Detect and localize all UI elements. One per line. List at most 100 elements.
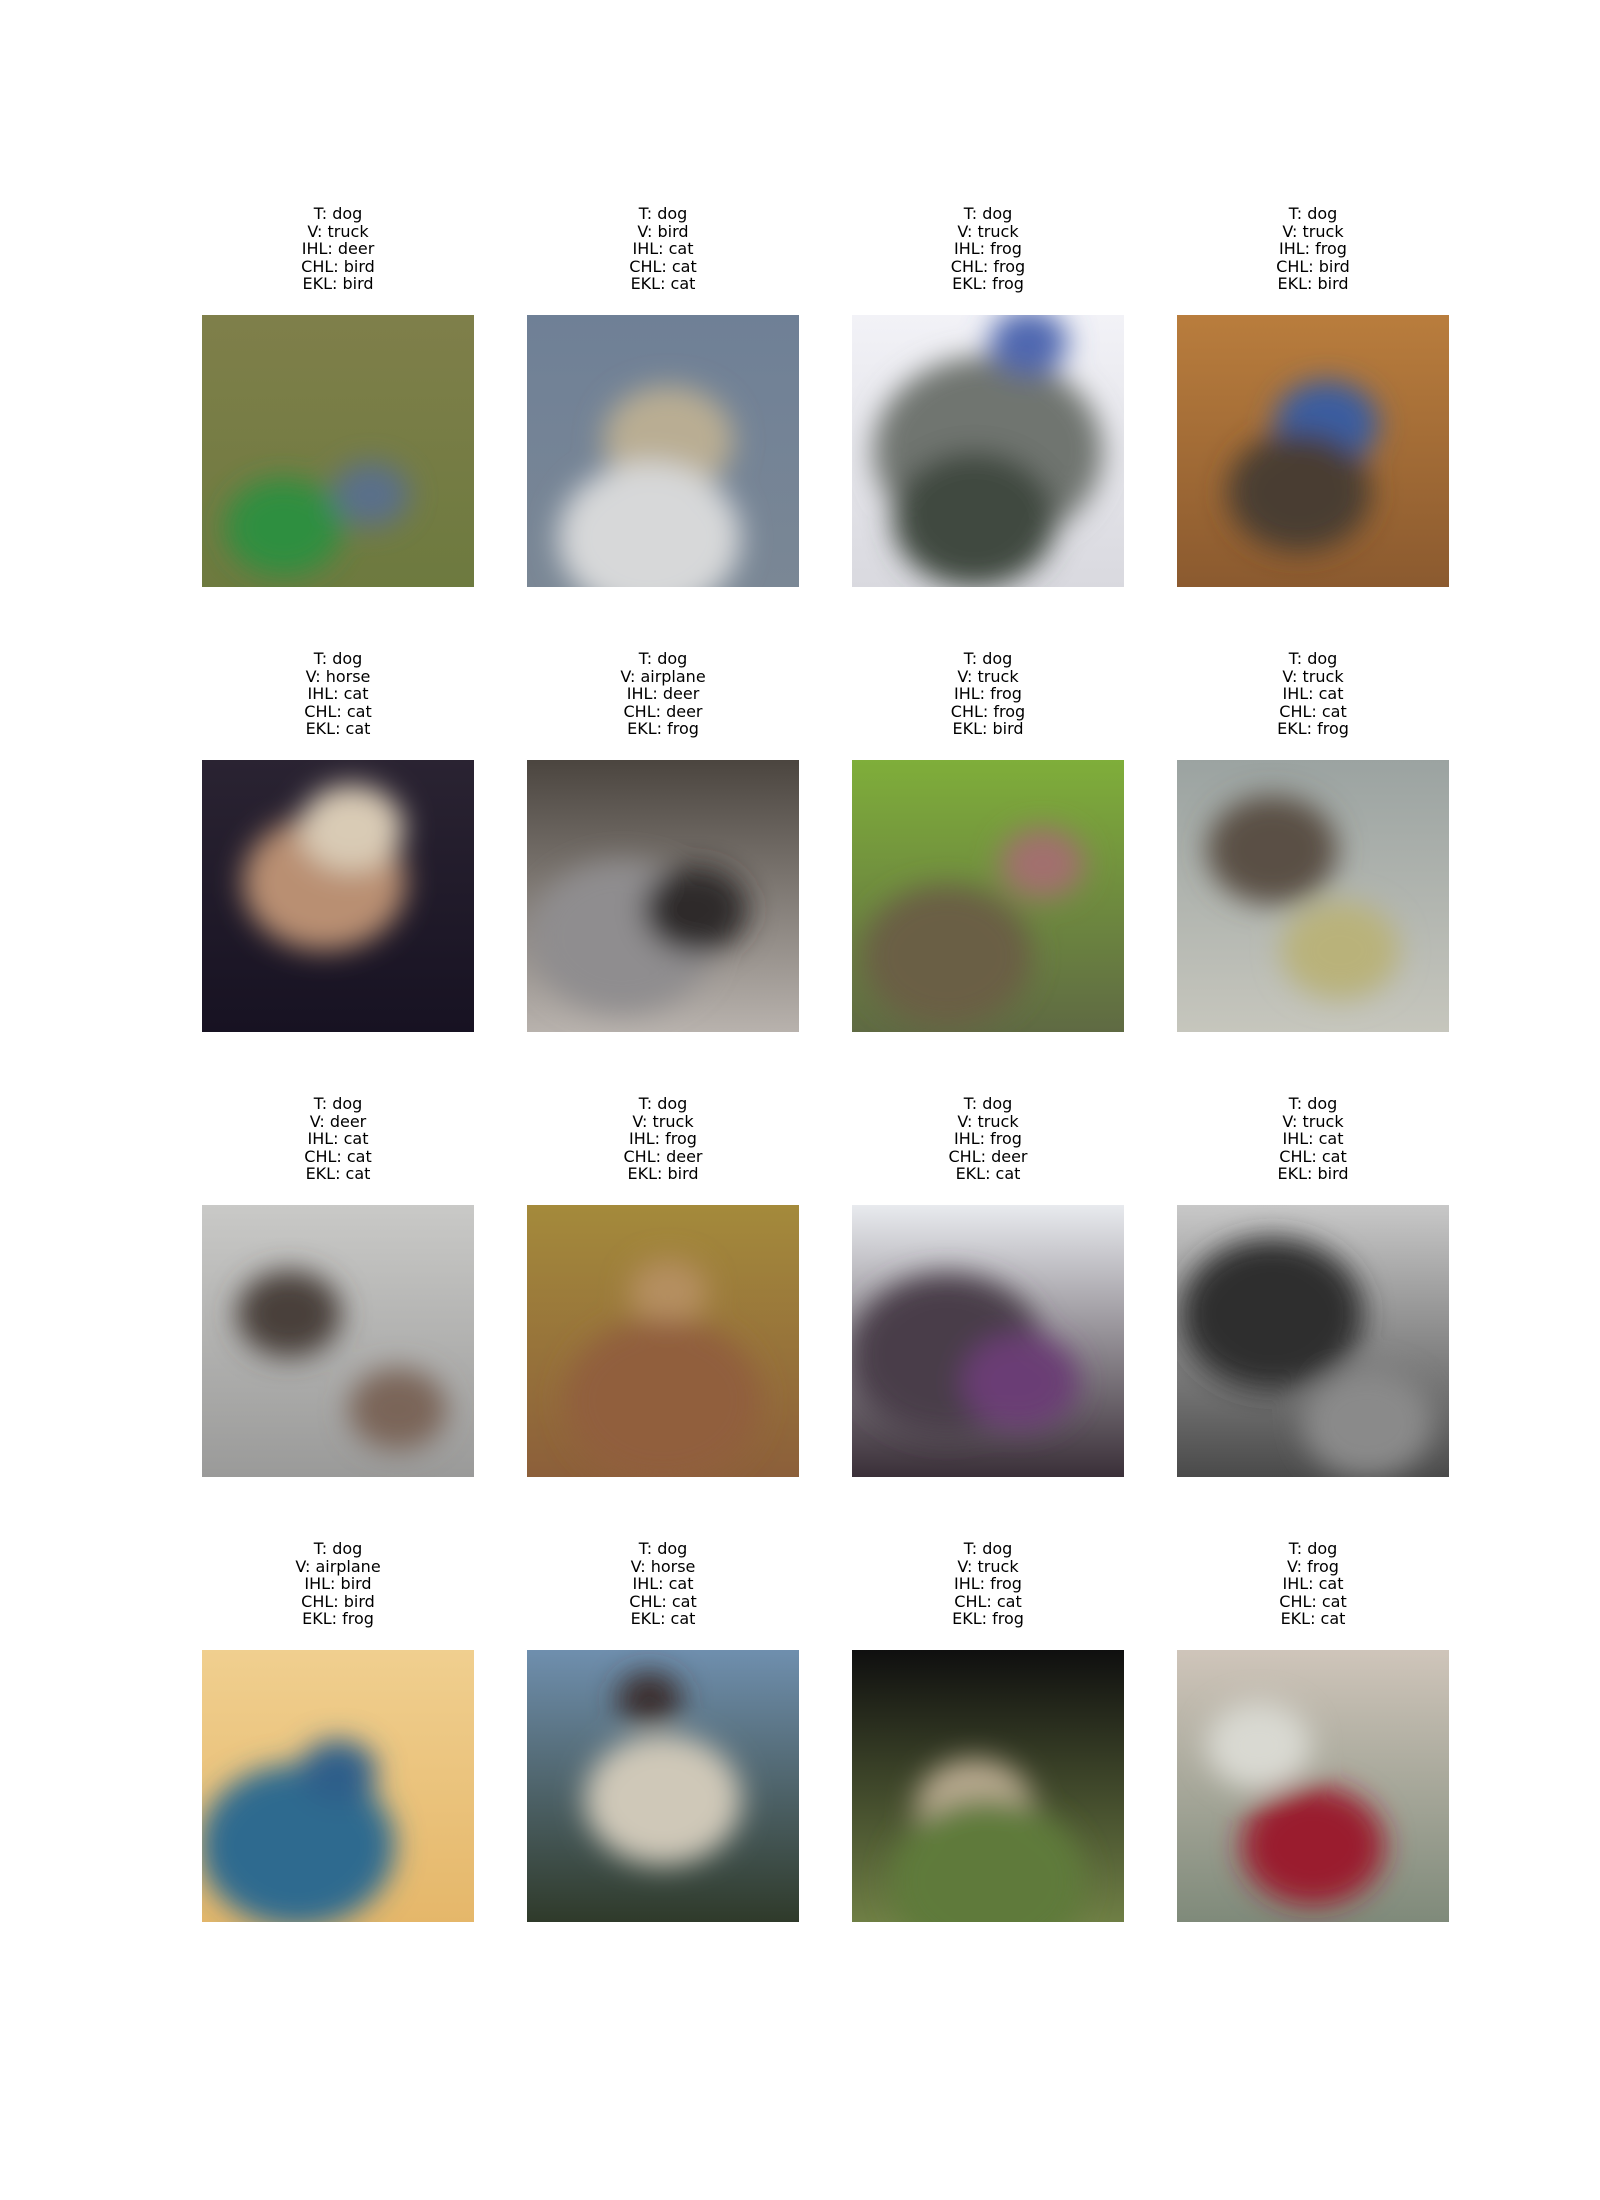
- cell-caption: T: dog V: bird IHL: cat CHL: cat EKL: cat: [527, 205, 799, 293]
- caption-line: IHL: cat: [1282, 1574, 1344, 1594]
- caption-line: V: truck: [307, 221, 369, 241]
- caption-line: T: dog: [313, 204, 363, 223]
- caption-line: EKL: frog: [302, 1609, 374, 1629]
- cell-caption: T: dog V: truck IHL: frog CHL: frog EKL: bir…: [852, 650, 1124, 738]
- thumbnail-image: [1177, 760, 1449, 1032]
- cell-caption: T: dog V: horse IHL: cat CHL: cat EKL: cat: [202, 650, 474, 738]
- caption-line: V: truck: [1282, 666, 1344, 686]
- cell-caption: T: dog V: airplane IHL: deer CHL: deer EKL: …: [527, 650, 799, 738]
- caption-line: IHL: frog: [954, 684, 1022, 704]
- caption-line: EKL: cat: [1280, 1609, 1346, 1629]
- caption-line: IHL: cat: [307, 1129, 369, 1149]
- caption-line: EKL: frog: [952, 1609, 1024, 1629]
- thumbnail-shape: [584, 1734, 742, 1865]
- cell-caption: T: dog V: frog IHL: cat CHL: cat EKL: cat: [1177, 1540, 1449, 1628]
- caption-line: CHL: cat: [1279, 1591, 1347, 1611]
- caption-line: IHL: cat: [307, 684, 369, 704]
- thumbnail-shape: [616, 1671, 683, 1727]
- thumbnail-shape: [331, 461, 410, 528]
- cell-caption: T: dog V: horse IHL: cat CHL: cat EKL: cat: [527, 1540, 799, 1628]
- caption-line: IHL: deer: [626, 684, 700, 704]
- caption-line: EKL: cat: [305, 1164, 371, 1184]
- thumbnail-shape: [1180, 1237, 1364, 1390]
- thumbnail-image: [527, 315, 799, 587]
- caption-line: T: dog: [1288, 1094, 1338, 1113]
- caption-line: T: dog: [1288, 204, 1338, 223]
- thumbnail-shape: [1302, 1368, 1433, 1477]
- cell-caption: T: dog V: truck IHL: frog CHL: deer EKL: bir…: [527, 1095, 799, 1183]
- thumbnail-shape: [629, 1259, 708, 1325]
- caption-line: CHL: frog: [950, 701, 1026, 721]
- thumbnail-shape: [1241, 1786, 1385, 1906]
- caption-line: V: airplane: [295, 1556, 381, 1576]
- caption-line: IHL: frog: [954, 1574, 1022, 1594]
- thumbnail-shape: [892, 451, 1056, 587]
- caption-line: V: bird: [637, 221, 689, 241]
- thumbnail-image: [852, 315, 1124, 587]
- thumbnail-image: [852, 760, 1124, 1032]
- caption-line: V: truck: [957, 666, 1019, 686]
- thumbnail-shape: [1206, 795, 1338, 905]
- caption-line: T: dog: [313, 649, 363, 668]
- caption-line: IHL: frog: [1279, 239, 1347, 259]
- cell-caption: T: dog V: airplane IHL: bird CHL: bird EKL: …: [202, 1540, 474, 1628]
- thumbnail-shape: [299, 784, 404, 872]
- caption-line: T: dog: [963, 204, 1013, 223]
- thumbnail-shape: [224, 478, 343, 577]
- caption-line: CHL: cat: [1279, 701, 1347, 721]
- caption-line: V: horse: [630, 1556, 696, 1576]
- thumbnail-image: [527, 760, 799, 1032]
- thumbnail-image: [852, 1205, 1124, 1477]
- caption-line: T: dog: [638, 649, 688, 668]
- caption-line: EKL: frog: [627, 719, 699, 739]
- caption-line: IHL: frog: [629, 1129, 697, 1149]
- caption-line: CHL: bird: [1276, 256, 1350, 276]
- caption-line: V: truck: [957, 1111, 1019, 1131]
- cell-caption: T: dog V: truck IHL: cat CHL: cat EKL: frog: [1177, 650, 1449, 738]
- caption-line: IHL: frog: [954, 1129, 1022, 1149]
- caption-line: V: truck: [957, 1556, 1019, 1576]
- thumbnail-image: [527, 1650, 799, 1922]
- thumbnail-image: [852, 1650, 1124, 1922]
- caption-line: EKL: bird: [627, 1164, 699, 1184]
- caption-line: V: horse: [305, 666, 371, 686]
- caption-line: T: dog: [963, 1539, 1013, 1558]
- thumbnail-shape: [862, 885, 1033, 1027]
- caption-line: CHL: cat: [954, 1591, 1022, 1611]
- caption-line: EKL: cat: [955, 1164, 1021, 1184]
- cell-caption: T: dog V: deer IHL: cat CHL: cat EKL: cat: [202, 1095, 474, 1183]
- thumbnail-shape: [961, 1332, 1080, 1431]
- thumbnail-image: [527, 1205, 799, 1477]
- caption-line: EKL: cat: [305, 719, 371, 739]
- thumbnail-shape: [1281, 901, 1399, 1000]
- caption-line: EKL: bird: [302, 274, 374, 294]
- caption-line: CHL: deer: [623, 1146, 703, 1166]
- thumbnail-shape: [643, 866, 748, 954]
- caption-line: EKL: frog: [952, 274, 1024, 294]
- caption-line: CHL: cat: [1279, 1146, 1347, 1166]
- caption-line: T: dog: [963, 1094, 1013, 1113]
- caption-line: CHL: bird: [301, 256, 375, 276]
- thumbnail-image: [1177, 315, 1449, 587]
- caption-line: T: dog: [1288, 649, 1338, 668]
- caption-line: EKL: bird: [1277, 1164, 1349, 1184]
- thumbnail-image: [1177, 1205, 1449, 1477]
- caption-line: CHL: bird: [301, 1591, 375, 1611]
- cell-caption: T: dog V: truck IHL: frog CHL: frog EKL: fro…: [852, 205, 1124, 293]
- caption-line: V: truck: [1282, 221, 1344, 241]
- caption-line: CHL: cat: [304, 1146, 372, 1166]
- caption-line: T: dog: [963, 649, 1013, 668]
- caption-line: V: truck: [957, 221, 1019, 241]
- cell-caption: T: dog V: truck IHL: frog CHL: bird EKL: bir…: [1177, 205, 1449, 293]
- thumbnail-shape: [348, 1368, 447, 1450]
- caption-line: EKL: cat: [630, 1609, 696, 1629]
- caption-line: V: deer: [309, 1111, 367, 1131]
- caption-line: CHL: cat: [629, 1591, 697, 1611]
- caption-line: CHL: frog: [950, 256, 1026, 276]
- caption-line: T: dog: [638, 1094, 688, 1113]
- thumbnail-shape: [236, 1270, 342, 1358]
- cell-caption: T: dog V: truck IHL: frog CHL: cat EKL: frog: [852, 1540, 1124, 1628]
- cell-caption: T: dog V: truck IHL: cat CHL: cat EKL: bird: [1177, 1095, 1449, 1183]
- caption-line: T: dog: [313, 1094, 363, 1113]
- cell-caption: T: dog V: truck IHL: deer CHL: bird EKL: bir…: [202, 205, 474, 293]
